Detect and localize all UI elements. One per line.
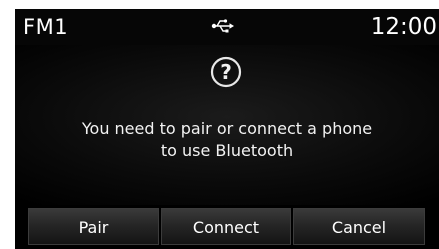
connect-button[interactable]: Connect [161,208,291,245]
head-unit-screen: FM1 12:00 ? You need to pair or connect … [15,9,439,249]
bluetooth-prompt-dialog: ? You need to pair or connect a phone to… [15,45,439,205]
message-line-2: to use Bluetooth [160,141,294,160]
pair-button[interactable]: Pair [28,208,159,245]
clock: 12:00 [370,14,437,40]
dialog-message: You need to pair or connect a phone to u… [15,118,439,162]
question-glyph: ? [220,60,232,84]
usb-icon [211,19,234,33]
question-icon: ? [210,56,242,88]
message-line-1: You need to pair or connect a phone [81,119,373,138]
status-bar: FM1 12:00 [15,9,439,45]
cancel-button[interactable]: Cancel [293,208,425,245]
radio-source-label: FM1 [23,15,69,39]
button-bar: Pair Connect Cancel [15,205,439,249]
